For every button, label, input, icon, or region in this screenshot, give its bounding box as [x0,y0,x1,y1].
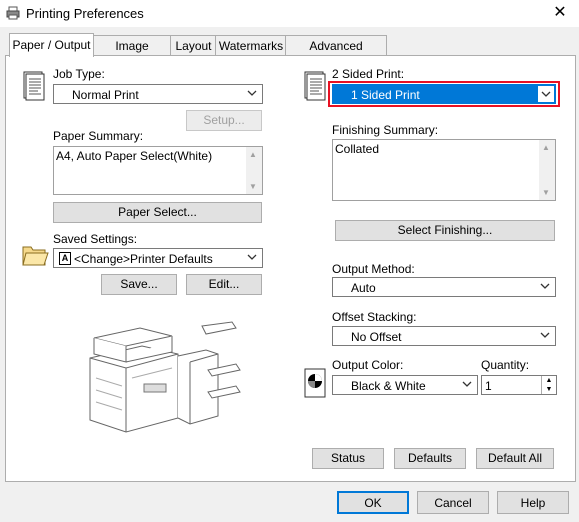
tab-layout[interactable]: Layout [170,35,217,56]
color-icon [304,368,326,398]
select-finishing-button[interactable]: Select Finishing... [335,220,555,241]
chevron-down-icon [539,279,551,293]
edit-button[interactable]: Edit... [186,274,262,295]
two-sided-label: 2 Sided Print: [332,67,405,81]
finishing-summary-scrollbar[interactable]: ▲ ▼ [539,140,555,200]
chevron-down-icon [246,250,258,264]
paper-summary-box: A4, Auto Paper Select(White) ▲ ▼ [53,146,263,195]
tab-image-options[interactable]: Image Options [92,35,172,73]
defaults-button[interactable]: Defaults [394,448,466,469]
offset-stacking-value: No Offset [351,330,402,344]
job-type-label: Job Type: [53,67,105,81]
tab-watermarks[interactable]: Watermarks [215,35,287,56]
two-sided-icon [303,70,327,102]
finishing-summary-box: Collated ▲ ▼ [332,139,556,201]
finishing-summary-label: Finishing Summary: [332,123,439,137]
default-all-button[interactable]: Default All [476,448,554,469]
tab-advanced-settings[interactable]: Advanced Settings [285,35,387,73]
paper-summary-scrollbar[interactable]: ▲ ▼ [246,147,262,194]
finishing-summary-text: Collated [335,142,380,156]
status-button[interactable]: Status [312,448,384,469]
scroll-up-icon[interactable]: ▲ [249,150,257,159]
decrement-icon[interactable]: ▼ [541,385,556,394]
scroll-down-icon[interactable]: ▼ [249,182,257,191]
folder-icon [21,241,49,269]
cancel-button[interactable]: Cancel [417,491,489,514]
paper-summary-label: Paper Summary: [53,129,144,143]
paper-select-button[interactable]: Paper Select... [53,202,262,223]
chevron-down-icon [461,377,473,391]
saved-settings-badge: A [59,252,71,265]
save-button[interactable]: Save... [101,274,177,295]
offset-stacking-select[interactable]: No Offset [332,326,556,346]
job-type-icon [22,70,46,102]
job-type-select[interactable]: Normal Print [53,84,263,104]
paper-summary-text: A4, Auto Paper Select(White) [56,149,213,163]
output-method-select[interactable]: Auto [332,277,556,297]
scroll-up-icon[interactable]: ▲ [542,143,550,152]
output-color-select[interactable]: Black & White [332,375,478,395]
quantity-stepper[interactable]: 1 ▲ ▼ [481,375,557,395]
saved-settings-value: <Change>Printer Defaults [74,252,213,266]
setup-button[interactable]: Setup... [186,110,262,131]
output-method-label: Output Method: [332,262,415,276]
printer-illustration [82,318,242,438]
chevron-down-icon [539,328,551,342]
saved-settings-select[interactable]: A <Change>Printer Defaults [53,248,263,268]
increment-icon[interactable]: ▲ [541,376,556,385]
saved-settings-label: Saved Settings: [53,232,138,246]
output-color-label: Output Color: [332,358,404,372]
quantity-value: 1 [485,379,492,393]
window-title: Printing Preferences [26,6,144,21]
chevron-down-icon [246,86,258,100]
chevron-down-icon [538,86,554,102]
two-sided-value: 1 Sided Print [351,88,420,102]
output-color-value: Black & White [351,379,426,393]
output-method-value: Auto [351,281,376,295]
ok-button[interactable]: OK [337,491,409,514]
printer-app-icon [6,6,20,20]
close-icon[interactable]: ✕ [549,2,571,24]
help-button[interactable]: Help [497,491,569,514]
quantity-label: Quantity: [481,358,530,372]
job-type-value: Normal Print [72,88,139,102]
tab-paper-output[interactable]: Paper / Output [9,33,94,57]
offset-stacking-label: Offset Stacking: [332,310,417,324]
scroll-down-icon[interactable]: ▼ [542,188,550,197]
two-sided-select[interactable]: 1 Sided Print [332,84,556,104]
title-bar: Printing Preferences ✕ [0,0,579,27]
